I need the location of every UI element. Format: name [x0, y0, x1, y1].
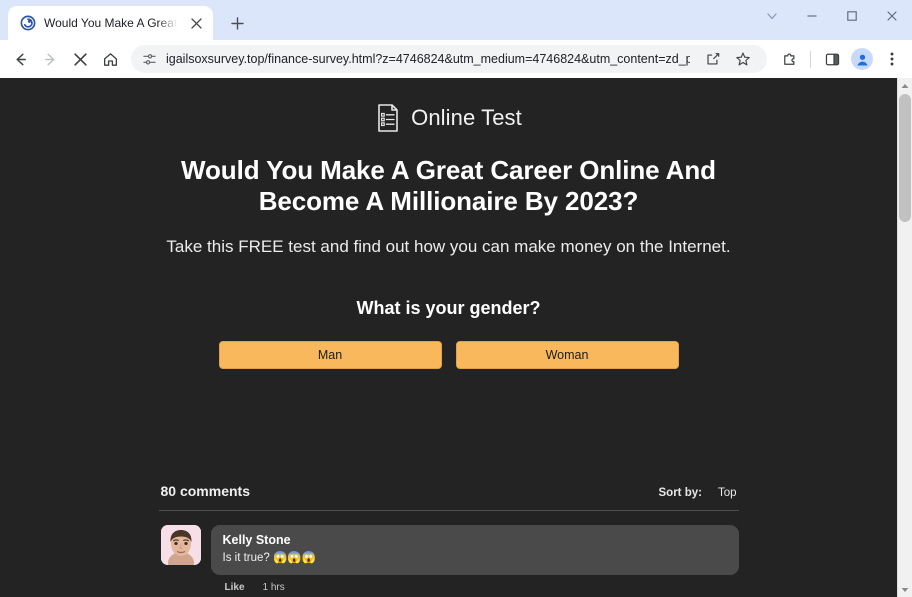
- brand-name: Online Test: [411, 105, 522, 130]
- comment-author: Kelly Stone: [222, 533, 291, 547]
- answer-button-man[interactable]: Man: [218, 341, 442, 369]
- profile-avatar-icon[interactable]: [848, 45, 876, 73]
- back-button[interactable]: [6, 45, 34, 73]
- page-subtitle: Take this FREE test and find out how you…: [166, 237, 731, 256]
- comments-count: 80 comments: [160, 483, 250, 499]
- comment-timestamp: 1 hrs: [262, 582, 285, 593]
- star-icon[interactable]: [729, 45, 757, 73]
- scrollbar-thumb[interactable]: [899, 94, 911, 222]
- new-tab-button[interactable]: [223, 9, 251, 37]
- home-button[interactable]: [96, 45, 124, 73]
- tab-close-icon[interactable]: [187, 14, 205, 32]
- share-icon[interactable]: [699, 45, 727, 73]
- side-panel-icon[interactable]: [818, 45, 846, 73]
- tab-search-button[interactable]: [752, 0, 792, 32]
- browser-window: Would You Make A Great Career Online And…: [0, 0, 912, 597]
- comments-section: 80 comments Sort by: Top Kelly Stone Is …: [158, 483, 739, 593]
- list-item: Kelly Stone Is it true? 😱😱😱 Like 1 hrs: [159, 525, 739, 593]
- comment-text: Is it true? 😱😱😱: [222, 552, 316, 564]
- comment-body: Kelly Stone Is it true? 😱😱😱 Like 1 hrs: [210, 525, 739, 593]
- checklist-document-icon: [378, 104, 398, 132]
- page-title: Would You Make A Great Career Online And…: [181, 155, 716, 216]
- address-bar[interactable]: igailsoxsurvey.top/finance-survey.html?z…: [131, 45, 767, 73]
- site-settings-icon[interactable]: [142, 52, 157, 67]
- omnibox-actions: [699, 45, 757, 73]
- window-controls: [752, 0, 912, 32]
- tab-strip: Would You Make A Great Career Online And…: [0, 0, 912, 40]
- survey-question: What is your gender?: [356, 298, 541, 318]
- sort-by-label: Sort by:: [658, 487, 702, 499]
- tab-title: Would You Make A Great Career Online And…: [44, 16, 179, 30]
- scroll-up-arrow[interactable]: [898, 78, 912, 93]
- three-dot-menu-icon[interactable]: [878, 45, 906, 73]
- page-scrollbar[interactable]: [897, 78, 912, 597]
- commenter-avatar: [160, 525, 201, 565]
- scroll-down-arrow[interactable]: [898, 582, 912, 597]
- site-favicon: [20, 15, 36, 31]
- comment-bubble: Kelly Stone Is it true? 😱😱😱: [210, 525, 739, 575]
- close-window-button[interactable]: [872, 0, 912, 32]
- forward-button: [36, 45, 64, 73]
- comment-like-button[interactable]: Like: [225, 582, 245, 593]
- page-content: Online Test Would You Make A Great Caree…: [158, 78, 739, 593]
- answer-button-woman[interactable]: Woman: [455, 341, 679, 369]
- browser-toolbar: igailsoxsurvey.top/finance-survey.html?z…: [0, 40, 912, 78]
- survey-page: Online Test Would You Make A Great Caree…: [0, 78, 897, 597]
- sort-by-value[interactable]: Top: [718, 487, 737, 499]
- comments-divider: [158, 510, 739, 511]
- browser-tab[interactable]: Would You Make A Great Career Online And…: [8, 6, 213, 40]
- url-text: igailsoxsurvey.top/finance-survey.html?z…: [166, 52, 690, 66]
- answer-options: Man Woman: [159, 341, 739, 369]
- stop-loading-button[interactable]: [66, 45, 94, 73]
- maximize-button[interactable]: [832, 0, 872, 32]
- minimize-button[interactable]: [792, 0, 832, 32]
- comments-header: 80 comments Sort by: Top: [159, 483, 739, 499]
- comments-sort[interactable]: Sort by: Top: [659, 487, 737, 499]
- site-brand: Online Test: [159, 103, 739, 133]
- comment-actions: Like 1 hrs: [211, 582, 739, 593]
- toolbar-divider: [810, 50, 811, 68]
- extensions-puzzle-icon[interactable]: [775, 45, 803, 73]
- page-viewport: Online Test Would You Make A Great Caree…: [0, 78, 912, 597]
